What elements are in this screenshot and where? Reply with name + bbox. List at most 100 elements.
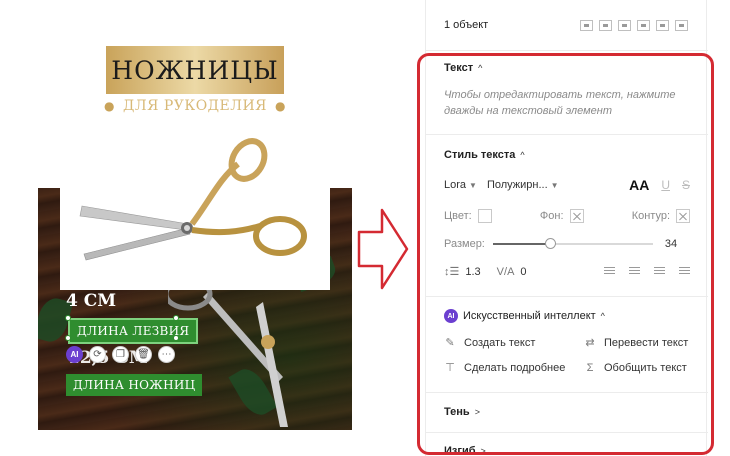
pencil-icon: ✎ <box>445 337 455 349</box>
text-edit-hint: Чтобы отредактировать текст, нажмите два… <box>444 89 676 117</box>
selection-count: 1 объект <box>444 19 489 31</box>
chevron-right-icon: > <box>480 446 486 456</box>
card-subtitle-line[interactable]: ● ДЛЯ РУКОДЕЛИЯ ● <box>38 98 352 114</box>
chevron-up-icon: ^ <box>600 311 605 321</box>
text-align-center-icon[interactable] <box>629 267 640 276</box>
properties-panel: 1 объект Текст ^ Чтобы отредактировать т… <box>425 0 708 456</box>
strikethrough-toggle[interactable]: S <box>682 178 690 192</box>
expand-text-action[interactable]: ⊤ Сделать подробнее <box>444 361 584 375</box>
align-top-icon[interactable] <box>637 19 650 31</box>
text-section: Текст ^ Чтобы отредактировать текст, наж… <box>426 50 708 134</box>
summarize-text-action[interactable]: Σ Обобщить текст <box>584 361 704 374</box>
shadow-title: Тень <box>444 406 470 418</box>
ai-section: AI Искусственный интеллект ^ ✎ Создать т… <box>426 296 708 392</box>
selection-handle[interactable] <box>173 315 179 321</box>
scissors-image-box[interactable] <box>60 130 330 290</box>
color-row: Цвет: Фон: Контур: <box>444 209 690 223</box>
caret-down-icon: ▼ <box>550 180 559 190</box>
outline-color-label: Контур: <box>631 209 670 222</box>
large-scissors-image <box>168 282 288 427</box>
text-align-buttons <box>604 267 690 276</box>
product-card-preview: НОЖНИЦЫ ● ДЛЯ РУКОДЕЛИЯ ● 4 СМ ДЛИНА ЛЕЗВИ… <box>38 12 352 430</box>
text-align-left-icon[interactable] <box>604 267 615 276</box>
card-subtitle: ДЛЯ РУКОДЕЛИЯ <box>123 98 267 114</box>
ai-assist-button[interactable]: AI <box>66 346 83 363</box>
font-family-select[interactable]: Lora ▼ <box>444 179 477 191</box>
text-color-swatch[interactable] <box>477 209 492 223</box>
more-icon[interactable]: ⋯ <box>158 346 175 363</box>
blade-length-label[interactable]: ДЛИНА ЛЕЗВИЯ <box>68 318 199 344</box>
panel-header: 1 объект <box>426 0 706 50</box>
copy-icon[interactable]: ❐ <box>112 346 129 363</box>
text-style-section: Стиль текста ^ Lora ▼ Полужирн... ▼ AA U… <box>426 134 708 296</box>
card-title: НОЖНИЦЫ <box>111 55 279 85</box>
blade-length-value[interactable]: 4 СМ <box>66 291 116 311</box>
caret-down-icon: ▼ <box>469 180 477 190</box>
no-color-icon[interactable] <box>676 209 690 223</box>
align-toolbar <box>580 19 688 31</box>
line-height-value[interactable]: 1.3 <box>465 266 480 278</box>
text-align-right-icon[interactable] <box>654 267 665 276</box>
align-left-icon[interactable] <box>580 19 593 31</box>
selection-handle[interactable] <box>65 315 71 321</box>
ai-section-header[interactable]: AI Искусственный интеллект ^ <box>444 309 690 323</box>
background-color-label: Фон: <box>539 209 564 222</box>
ai-badge-icon: AI <box>444 309 458 323</box>
outline-color-control[interactable]: Контур: <box>632 209 690 223</box>
text-align-justify-icon[interactable] <box>679 267 690 276</box>
chevron-up-icon: ^ <box>520 150 525 160</box>
expand-text-label: Сделать подробнее <box>464 361 566 374</box>
curve-section[interactable]: Изгиб > <box>426 432 708 456</box>
align-center-icon[interactable] <box>599 19 612 31</box>
create-text-action[interactable]: ✎ Создать текст <box>444 336 584 350</box>
font-weight-select[interactable]: Полужирн... ▼ <box>487 179 559 191</box>
translate-icon: ⇄ <box>585 337 595 349</box>
total-length-label[interactable]: ДЛИНА НОЖНИЦ <box>66 374 203 396</box>
font-size-slider[interactable] <box>492 237 653 251</box>
create-text-label: Создать текст <box>464 336 536 349</box>
align-bottom-icon[interactable] <box>675 19 688 31</box>
ai-section-title: Искусственный интеллект <box>463 310 596 322</box>
line-height-icon: ↕☰ <box>444 266 460 278</box>
no-color-icon[interactable] <box>569 209 584 223</box>
selection-handle[interactable] <box>65 335 71 341</box>
font-row: Lora ▼ Полужирн... ▼ AA U S <box>444 177 690 193</box>
text-format-buttons: AA U S <box>629 177 690 193</box>
underline-toggle[interactable]: U <box>661 178 670 192</box>
slider-fill <box>492 243 551 245</box>
ai-actions: ✎ Создать текст ⇄ Перевести текст ⊤ Сдел… <box>444 336 690 375</box>
letter-spacing-value[interactable]: 0 <box>520 266 526 278</box>
font-size-label: Размер: <box>444 238 485 250</box>
background-color-control[interactable]: Фон: <box>540 209 584 223</box>
card-title-banner[interactable]: НОЖНИЦЫ <box>106 46 284 94</box>
summarize-text-label: Обобщить текст <box>604 361 687 374</box>
text-style-title: Стиль текста <box>444 149 516 161</box>
curve-title: Изгиб <box>444 445 476 456</box>
slider-knob[interactable] <box>545 238 557 249</box>
chevron-right-icon: > <box>474 407 480 417</box>
shadow-header[interactable]: Тень > <box>444 406 690 418</box>
letter-spacing-icon: V/A <box>496 265 515 278</box>
shadow-section[interactable]: Тень > <box>426 392 708 432</box>
uppercase-toggle[interactable]: AA <box>629 177 649 193</box>
text-section-title: Текст <box>444 62 474 74</box>
element-toolbar: AI ⟳ ❐ 🗑 ⋯ <box>66 346 175 363</box>
curve-header[interactable]: Изгиб > <box>444 445 690 456</box>
dot-icon: ● <box>104 99 115 113</box>
text-section-header[interactable]: Текст ^ <box>444 62 690 74</box>
sum-icon: Σ <box>586 361 594 374</box>
delete-icon[interactable]: 🗑 <box>135 346 152 363</box>
spacing-row: ↕☰ 1.3 V/A 0 <box>444 265 690 278</box>
selection-handle[interactable] <box>173 335 179 341</box>
font-weight-value: Полужирн... <box>486 179 548 191</box>
expand-text-icon: ⊤ <box>445 362 455 374</box>
translate-text-action[interactable]: ⇄ Перевести текст <box>584 336 704 350</box>
align-right-icon[interactable] <box>618 19 631 31</box>
text-color-control[interactable]: Цвет: <box>444 209 492 223</box>
chevron-up-icon: ^ <box>478 63 483 73</box>
font-size-row: Размер: 34 <box>444 237 690 251</box>
align-middle-icon[interactable] <box>656 19 669 31</box>
rotate-icon[interactable]: ⟳ <box>89 346 106 363</box>
font-family-value: Lora <box>444 179 467 191</box>
text-style-header[interactable]: Стиль текста ^ <box>444 149 690 161</box>
